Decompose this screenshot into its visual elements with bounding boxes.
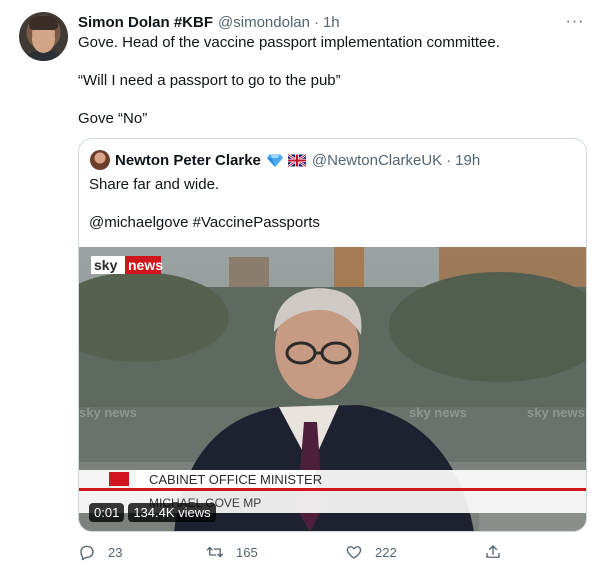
heart-icon — [346, 546, 362, 559]
reply-icon — [80, 545, 94, 561]
retweet-button[interactable]: 165 — [206, 541, 258, 563]
quoted-author-handle: @NewtonClarkeUK — [311, 151, 443, 169]
news-logo-text: news — [128, 257, 163, 273]
retweet-count: 165 — [236, 544, 258, 560]
like-button[interactable]: 222 — [345, 541, 397, 563]
quoted-text-line-2: @michaelgove #VaccinePassports — [89, 214, 320, 231]
tweet-text-line-3: Gove “No” — [78, 110, 148, 127]
quoted-text-line-1: Share far and wide. — [89, 176, 220, 193]
video-views: 134.4K views — [128, 503, 216, 522]
like-count: 222 — [375, 544, 397, 560]
tweet-timestamp[interactable]: 1h — [323, 14, 340, 31]
uk-flag-icon — [287, 153, 306, 167]
sky-logo-text: sky — [94, 257, 118, 273]
quoted-tweet[interactable]: Newton Peter Clarke @NewtonClarkeUK · 19… — [78, 138, 587, 532]
tweet-header: Simon Dolan #KBF @simondolan · 1h — [78, 12, 589, 32]
header-separator: · — [313, 13, 319, 31]
quoted-tweet-header: Newton Peter Clarke @NewtonClarkeUK · 19… — [115, 149, 480, 171]
share-button[interactable] — [484, 541, 502, 563]
quoted-author-name: Newton Peter Clarke — [115, 151, 261, 169]
tweet-text-line-1: Gove. Head of the vaccine passport imple… — [78, 34, 500, 51]
retweet-icon — [206, 546, 224, 558]
author-handle[interactable]: @simondolan — [218, 14, 310, 31]
more-options-icon[interactable]: ··· — [565, 12, 585, 32]
watermark-2: sky news — [409, 405, 467, 420]
author-avatar[interactable] — [19, 12, 68, 61]
tweet-text-line-2: “Will I need a passport to go to the pub… — [78, 72, 341, 89]
watermark-1: sky news — [79, 405, 137, 420]
reply-count: 23 — [108, 544, 123, 560]
video-player[interactable]: sky news sky news sky news sky news CABI… — [79, 247, 586, 531]
action-bar: 23 165 222 — [78, 541, 518, 563]
video-duration: 0:01 — [89, 503, 125, 522]
quoted-separator: · — [446, 151, 452, 169]
video-frame: sky news sky news sky news sky news CABI… — [79, 247, 586, 531]
caption-title: CABINET OFFICE MINISTER — [149, 472, 322, 487]
tweet: Simon Dolan #KBF @simondolan · 1h ··· Go… — [0, 0, 609, 583]
share-icon — [486, 545, 500, 558]
reply-button[interactable]: 23 — [78, 541, 122, 563]
author-name[interactable]: Simon Dolan #KBF — [78, 14, 213, 31]
quoted-timestamp: 19h — [455, 151, 481, 169]
watermark-3: sky news — [527, 405, 585, 420]
quoted-author-avatar — [90, 150, 110, 170]
video-stats: 0:01 134.4K views — [89, 503, 216, 522]
blue-diamond-icon — [266, 154, 283, 167]
